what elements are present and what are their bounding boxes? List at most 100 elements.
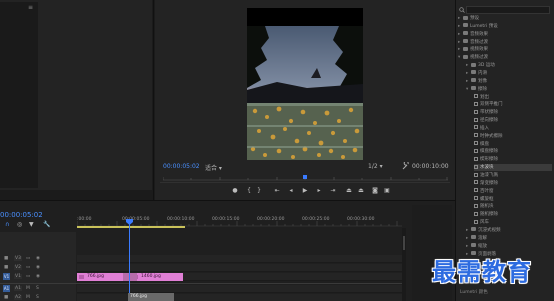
track-header[interactable]: ■ V2 ▭ ◉ [0,264,76,272]
effects-folder[interactable]: ▸ Lumetri 预设 [458,23,552,30]
track-lane[interactable] [77,285,402,293]
track-name[interactable]: V2 [14,265,22,270]
effect-item[interactable]: 随机块 [474,203,552,210]
step-forward-icon[interactable]: ▸ [314,185,324,195]
zoom-fit-select[interactable]: 适合 ▾ [205,163,222,172]
play-icon[interactable]: ▶ [300,185,310,195]
effect-label: 视频过渡 [470,55,488,61]
effect-item[interactable]: 楔形擦除 [474,156,552,163]
effect-label: 预设 [470,16,479,21]
lock-icon[interactable]: ■ [4,295,8,300]
effect-item[interactable]: 风车 [474,219,552,226]
effects-folder[interactable]: ▸ 内滑 [466,70,552,77]
lock-icon[interactable]: ■ [4,256,8,261]
extract-icon[interactable]: ⏏ [356,185,366,195]
effect-item[interactable]: 时钟式擦除 [474,133,552,140]
go-to-in-icon[interactable]: ⇤ [272,185,282,195]
effects-folder[interactable]: ▸ 音频过渡 [458,39,552,46]
effects-folder[interactable]: ▸ 音频效果 [458,31,552,38]
playhead-timecode[interactable]: 00:00:05:02 [163,163,200,170]
transition-icon [474,180,478,185]
timeline-clip[interactable]: 1460.jpg [131,273,183,281]
transition-icon [474,141,478,146]
effect-item[interactable]: 百叶窗 [474,188,552,195]
transition-marker[interactable] [123,273,137,281]
track-name[interactable]: V3 [14,256,22,261]
track-lane[interactable] [77,264,402,272]
effects-folder[interactable]: ▸ 视频效果 [458,46,552,53]
lift-icon[interactable]: ⏏ [344,185,354,195]
mute-icon[interactable]: M [26,295,30,300]
video-audio-divider[interactable] [0,283,402,284]
eye-icon[interactable]: ◉ [36,274,40,279]
source-patch[interactable]: A1 [3,285,10,292]
track-lane[interactable] [77,255,402,263]
add-marker-icon[interactable]: ● [230,185,240,195]
effects-folder[interactable]: ▸ 3D 运动 [466,62,552,69]
source-patch[interactable]: V1 [3,273,10,280]
sync-lock-icon[interactable]: ▭ [26,256,30,261]
timeline-settings-icon[interactable]: 🔧 [43,221,50,228]
track-name[interactable]: A1 [14,286,22,291]
effect-item[interactable]: 棋盘 [474,141,552,148]
step-back-icon[interactable]: ◂ [286,185,296,195]
effects-search-input[interactable] [466,6,550,14]
effect-item[interactable]: 双侧平推门 [474,101,552,108]
track-header[interactable]: ■ V3 ▭ ◉ [0,255,76,263]
effect-item[interactable]: 随机擦除 [474,211,552,218]
effects-folder[interactable]: ▾ 擦除 [466,86,552,93]
track-header[interactable]: ■ A2 M S [0,294,76,301]
add-marker-icon[interactable]: ▼ [29,221,34,228]
effect-item[interactable]: 螺旋框 [474,196,552,203]
effect-item[interactable]: 油漆飞溅 [474,172,552,179]
effect-item[interactable]: 划出 [474,94,552,101]
timeline-clip[interactable]: 766.jpg [77,273,127,281]
effects-folder[interactable]: ▸ 溶解 [466,235,552,242]
effect-item[interactable]: 水波块 [474,164,552,172]
effect-item[interactable]: 棋盘擦除 [474,148,552,155]
scrollbar-thumb[interactable] [403,236,405,250]
effects-folder[interactable]: ▸ 缩放 [466,243,552,250]
effect-item[interactable]: 径向擦除 [474,117,552,124]
solo-icon[interactable]: S [36,286,39,291]
effects-folder[interactable]: ▸ 沉浸式视频 [466,227,552,234]
mark-in-icon[interactable]: { [244,185,254,195]
go-to-out-icon[interactable]: ⇥ [328,185,338,195]
track-header[interactable]: A1 A1 M S [0,285,76,293]
source-panel-list[interactable] [0,2,38,188]
lumetri-color-tab[interactable]: Lumetri 颜色 [460,289,488,295]
eye-icon[interactable]: ◉ [36,256,40,261]
track-name[interactable]: V1 [14,274,22,279]
eye-icon[interactable]: ◉ [36,265,40,270]
comparison-view-icon[interactable]: ▣ [382,185,392,195]
effect-item[interactable]: 带状擦除 [474,109,552,116]
playhead-handle[interactable] [126,219,133,225]
linked-selection-icon[interactable]: ◎ [17,221,22,228]
work-area-bar[interactable] [77,226,185,228]
track-lane[interactable] [77,294,402,301]
sync-lock-icon[interactable]: ▭ [26,265,30,270]
monitor-scrub-bar[interactable] [160,182,450,183]
timeline-timecode[interactable]: 00:00:05:02 [0,211,43,219]
effects-folder[interactable]: ▸ 划像 [466,78,552,85]
effects-folder[interactable]: ▾ 视频过渡 [458,54,552,61]
program-video-frame[interactable] [247,8,363,160]
wrench-icon[interactable] [402,162,410,170]
resolution-select[interactable]: 1/2 ▾ [368,163,383,170]
solo-icon[interactable]: S [36,295,39,300]
track-header[interactable]: V1 V1 ▭ ◉ [0,273,76,281]
export-frame-icon[interactable]: ◙ [370,185,380,195]
mute-icon[interactable]: M [26,286,30,291]
effect-item[interactable]: 插入 [474,125,552,132]
track-name[interactable]: A2 [14,295,22,300]
effects-folder[interactable]: ▸ 预设 [458,15,552,22]
sync-lock-icon[interactable]: ▭ [26,274,30,279]
panel-menu-icon[interactable]: ≡ [28,4,33,11]
playhead-line[interactable] [129,220,130,301]
panel-divider[interactable] [153,0,154,200]
effect-item[interactable]: 渐变擦除 [474,180,552,187]
mark-out-icon[interactable]: } [254,185,264,195]
monitor-time-ruler[interactable] [163,175,448,181]
snap-icon[interactable]: ∩ [5,221,9,228]
lock-icon[interactable]: ■ [4,265,8,270]
